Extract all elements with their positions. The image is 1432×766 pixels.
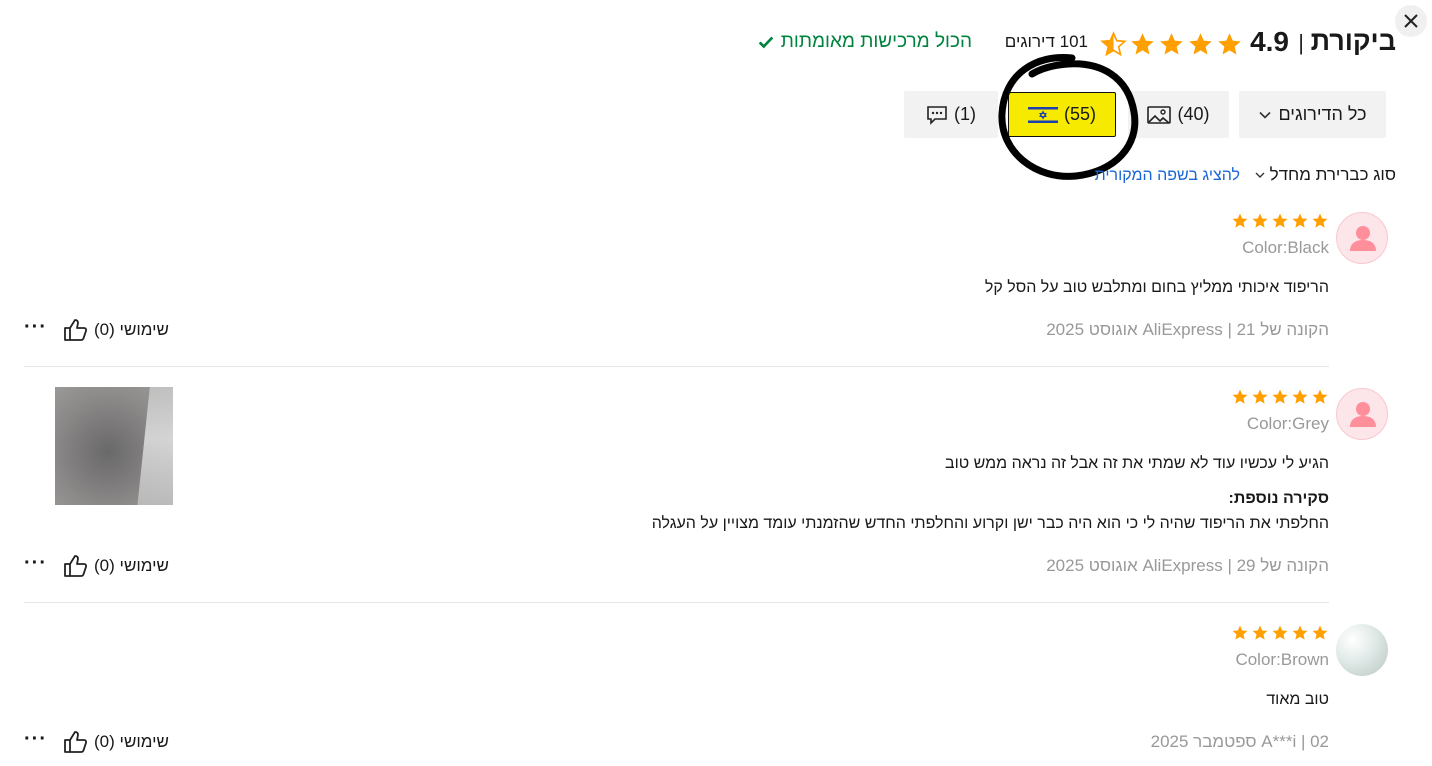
star-icon [1232,213,1248,228]
star-icon [1292,389,1308,404]
star-icon [1272,389,1288,404]
chevron-down-icon [1259,111,1272,119]
star-icon [1232,625,1248,640]
filter-comments-count: (1) [954,104,977,124]
avatar [1336,624,1388,676]
review-meta: A***i | 02 ספטמבר 2025 [1150,732,1329,751]
page-title: ביקורת [1310,26,1396,56]
helpful-label: שימושי (0) [94,556,169,575]
helpful-label: שימושי (0) [94,320,169,339]
show-original-language-link[interactable]: להציג בשפה המקורית [1095,167,1240,185]
sort-label: סוג כברירת מחדל [1269,165,1396,184]
israel-flag-icon [1027,104,1058,125]
filter-photos-count: (40) [1177,104,1210,124]
more-options-button[interactable]: ··· [24,316,50,339]
avatar [1336,212,1388,264]
comment-icon [927,105,947,125]
star-icon [1272,213,1288,228]
star-icon [1292,625,1308,640]
review-meta: הקונה של AliExpress | 29 אוגוסט 2025 [1046,556,1329,575]
review-sku: Color:Black [1242,238,1329,257]
user-icon [1350,402,1376,427]
review-text: הריפוד איכותי ממליץ בחום ומתלבש טוב על ה… [984,279,1329,296]
filter-with-photos[interactable]: (40) [1128,91,1229,138]
filter-all-label: כל הדירוגים [1278,104,1367,124]
rating-stars [1100,31,1243,57]
review-stars [1231,388,1329,406]
star-icon [1160,33,1183,55]
image-icon [1147,105,1172,124]
review-meta: הקונה של AliExpress | 21 אוגוסט 2025 [1046,320,1329,339]
helpful-label: שימושי (0) [94,732,169,751]
additional-review-text: החלפתי את הריפוד שהיה לי כי הוא היה כבר … [651,515,1329,532]
thumbs-up-icon [64,555,88,577]
review-item: Color:Black הריפוד איכותי ממליץ בחום ומת… [24,210,1388,367]
star-icon [1252,213,1268,228]
close-icon [1395,5,1427,37]
rating-score: 4.9 [1250,26,1289,57]
review-text: הגיע לי עכשיו עוד לא שמתי את זה אבל זה נ… [945,455,1329,472]
review-item: Color:Brown טוב מאוד A***i | 02 ספטמבר 2… [24,622,1388,762]
sort-dropdown[interactable]: סוג כברירת מחדל [1254,165,1396,185]
star-icon [1272,625,1288,640]
close-button[interactable] [1394,4,1428,38]
review-text: טוב מאוד [1266,691,1329,708]
star-icon [1312,213,1328,228]
star-icon [1312,625,1328,640]
review-stars [1231,624,1329,642]
star-icon [1232,389,1248,404]
more-options-button[interactable]: ··· [24,552,50,575]
review-sku: Color:Grey [1246,414,1329,433]
star-icon [1131,33,1154,55]
review-sku: Color:Brown [1235,650,1329,669]
star-half-icon [1100,31,1127,57]
more-options-button[interactable]: ··· [24,728,50,751]
thumbs-up-icon [64,731,88,753]
helpful-button[interactable]: שימושי (0) [62,729,169,755]
filter-with-comments[interactable]: (1) [904,91,998,138]
verified-text: הכול מרכישות מאומתות [780,31,972,52]
star-icon [1189,33,1212,55]
title-separator: | [1298,30,1304,55]
divider [24,366,1329,367]
additional-review-title: סקירה נוספת: [1228,490,1329,507]
divider [24,602,1329,603]
star-icon [1312,389,1328,404]
filter-country-israel[interactable]: (55) [1008,92,1116,137]
user-icon [1350,226,1376,251]
helpful-button[interactable]: שימושי (0) [62,317,169,343]
star-icon [1292,213,1308,228]
avatar [1336,388,1388,440]
thumbs-up-icon [64,319,88,341]
filter-all-ratings[interactable]: כל הדירוגים [1239,91,1386,138]
check-icon [758,36,774,49]
chevron-down-icon [1255,172,1265,178]
star-icon [1252,625,1268,640]
review-item: Color:Grey הגיע לי עכשיו עוד לא שמתי את … [24,386,1388,603]
review-stars [1231,212,1329,230]
ratings-count: 101 דירוגים [1004,32,1088,51]
star-icon [1218,33,1241,55]
verified-purchases: הכול מרכישות מאומתות [757,31,972,53]
star-icon [1252,389,1268,404]
helpful-button[interactable]: שימושי (0) [62,553,169,579]
review-photo[interactable] [55,387,173,505]
filter-country-count: (55) [1063,104,1097,124]
